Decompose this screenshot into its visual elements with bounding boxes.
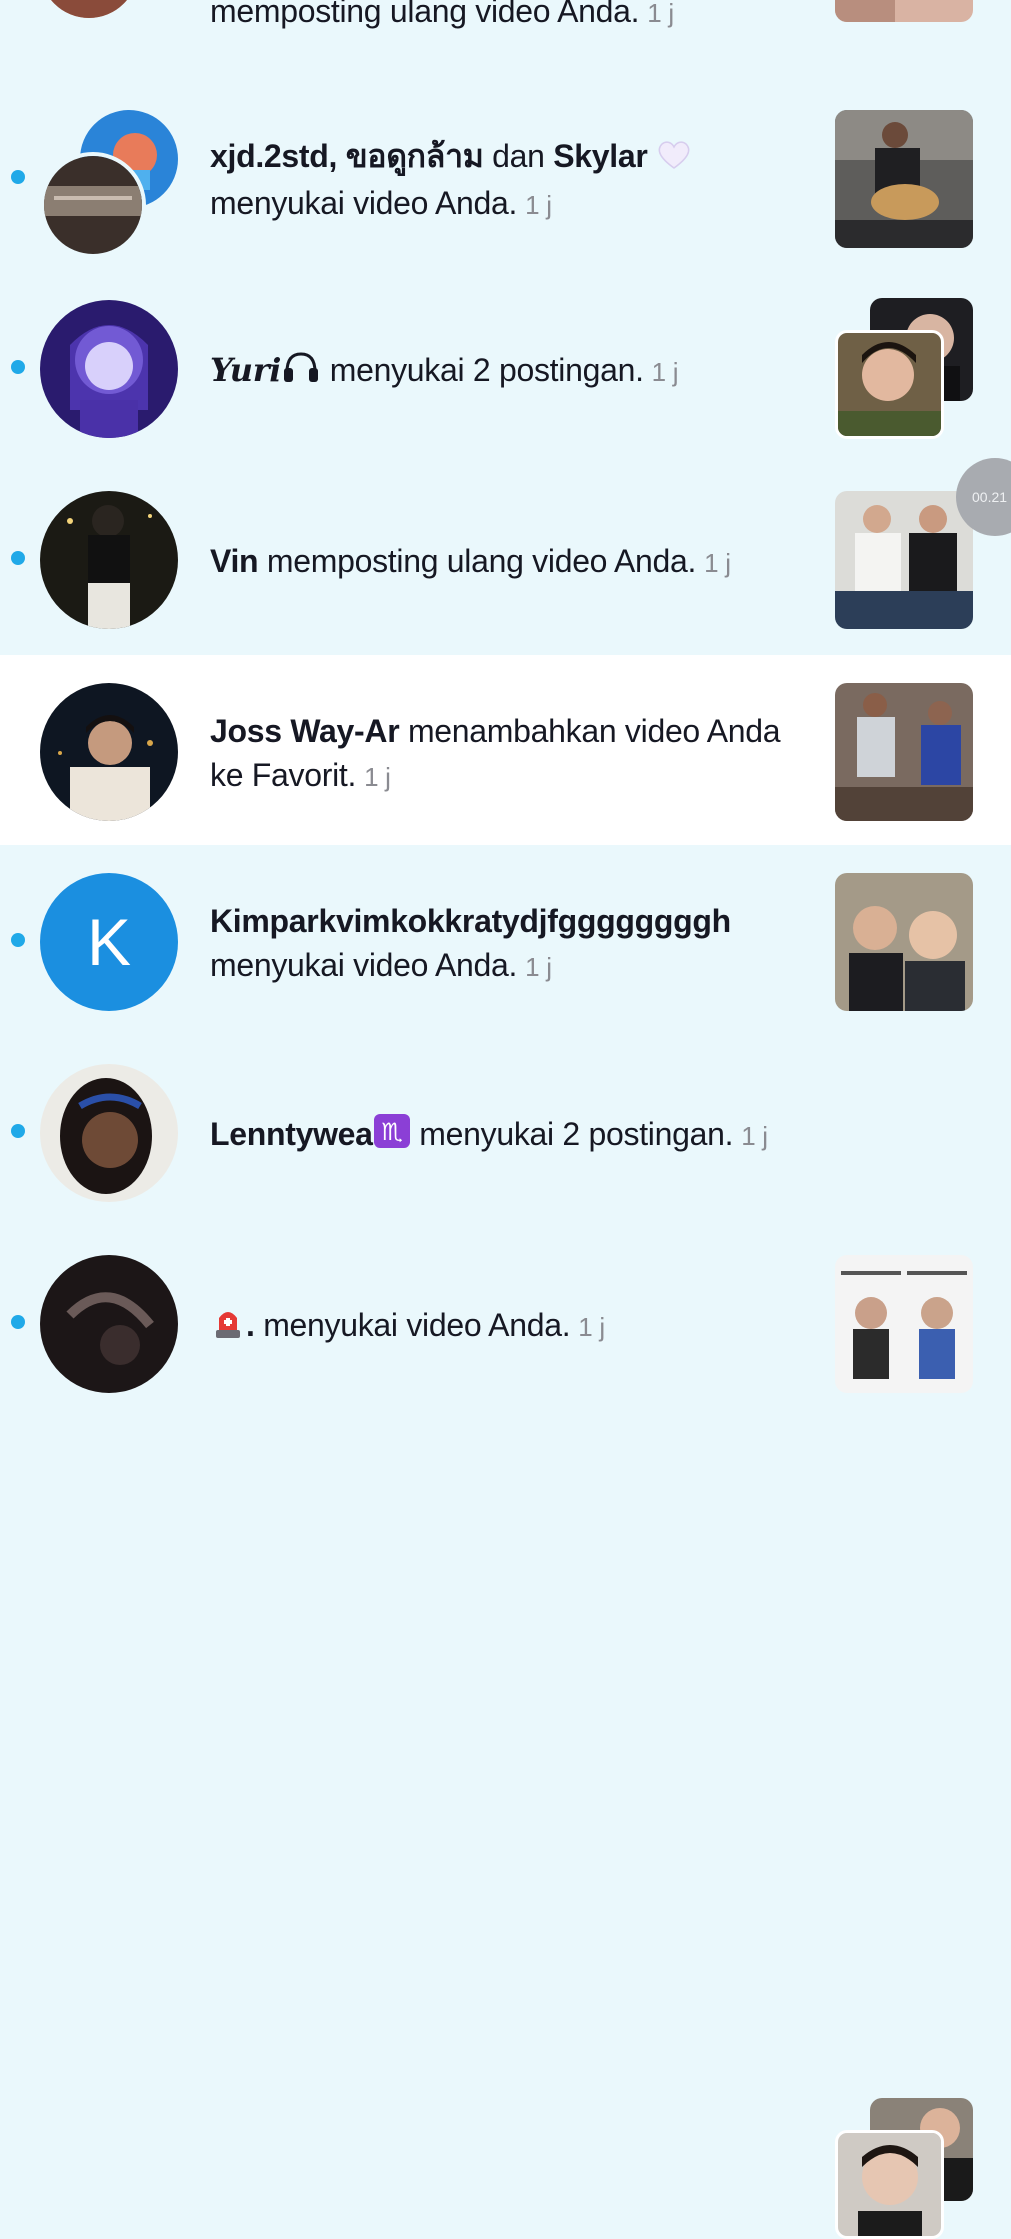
video-thumbnail[interactable] <box>835 1255 973 1393</box>
unread-dot <box>11 1124 25 1138</box>
notification-text: xjd.2std, ขอดูกล้าม dan Skylar menyukai … <box>210 134 800 227</box>
action-text: menyukai 2 postingan. <box>419 1116 734 1152</box>
actor-name[interactable]: Lenntywea <box>210 1116 373 1152</box>
avatar-letter: K <box>86 905 132 979</box>
avatar[interactable] <box>40 683 178 821</box>
action-text: memposting ulang video Anda. <box>210 0 640 29</box>
scorpio-icon: ♏ <box>373 1113 411 1160</box>
action-text: menyukai video Anda. <box>263 1307 571 1343</box>
video-thumbnail[interactable] <box>835 0 973 22</box>
action-text: menyukai 2 postingan. <box>329 352 644 388</box>
video-thumbnail[interactable] <box>835 873 973 1011</box>
actor-name[interactable]: Vin <box>210 543 259 579</box>
video-thumbnail <box>835 330 944 439</box>
action-text: memposting ulang video Anda. <box>266 543 697 579</box>
notification-text: . menyukai video Anda. 1 j <box>210 1303 800 1351</box>
video-thumbnail[interactable] <box>835 683 973 821</box>
time-label: 1 j <box>651 357 679 387</box>
notification-row[interactable]: xjd.2std, ขอดูกล้าม dan Skylar menyukai … <box>0 82 1011 272</box>
notification-row[interactable]: Lenntywea ♏ menyukai 2 postingan. 1 j <box>0 1036 1011 2239</box>
actor-name[interactable]: Yuri <box>210 351 281 389</box>
avatar[interactable] <box>40 1064 178 1202</box>
notification-row[interactable]: Yuri menyukai 2 postingan. 1 j <box>0 272 1011 462</box>
time-label: 1 j <box>741 1121 768 1151</box>
avatar[interactable]: K <box>40 873 178 1011</box>
video-thumbnail[interactable] <box>835 110 973 248</box>
actor-name[interactable]: Skylar <box>553 138 648 174</box>
unread-dot <box>11 170 25 184</box>
notification-row[interactable]: K Kimparkvimkokkratydjfggggggggh menyuka… <box>0 845 1011 1035</box>
avatar[interactable] <box>40 491 178 629</box>
unread-dot <box>11 551 25 565</box>
avatar[interactable] <box>40 300 178 438</box>
heart-icon <box>656 137 692 181</box>
unread-dot <box>11 933 25 947</box>
notification-text: Vin memposting ulang video Anda. 1 j <box>210 539 800 585</box>
notification-row[interactable]: memposting ulang video Anda. 1 j <box>0 0 1011 55</box>
actor-name[interactable]: Joss Way-Ar <box>210 713 400 749</box>
notification-text: Yuri menyukai 2 postingan. 1 j <box>210 348 800 395</box>
actor-name[interactable]: xjd.2std, ขอดูกล้าม <box>210 138 484 174</box>
unread-dot <box>11 1315 25 1329</box>
avatar[interactable] <box>40 0 138 18</box>
notification-row[interactable]: Vin memposting ulang video Anda. 1 j <box>0 463 1011 653</box>
time-label: 1 j <box>525 952 552 982</box>
notification-text: Kimparkvimkokkratydjfggggggggh menyukai … <box>210 899 800 989</box>
video-thumbnail <box>835 2130 944 2239</box>
notification-row[interactable]: Joss Way-Ar menambahkan video Anda ke Fa… <box>0 655 1011 845</box>
time-label: 1 j <box>578 1312 605 1342</box>
time-label: 1 j <box>704 548 731 578</box>
avatar[interactable] <box>40 1255 178 1393</box>
avatar <box>40 152 146 258</box>
time-label: 1 j <box>525 189 552 220</box>
connector-text: dan <box>492 138 545 174</box>
notification-text: memposting ulang video Anda. 1 j <box>210 0 800 35</box>
notification-text: Lenntywea ♏ menyukai 2 postingan. 1 j <box>210 1112 800 1160</box>
svg-text:♏: ♏ <box>381 1118 402 1146</box>
notification-row[interactable]: . menyukai video Anda. 1 j <box>0 1227 1011 1417</box>
actor-name[interactable]: Kimparkvimkokkratydjfggggggggh <box>210 903 731 939</box>
unread-dot <box>11 360 25 374</box>
headphones-icon <box>281 350 321 395</box>
actor-name[interactable]: . <box>246 1307 255 1343</box>
time-label: 1 j <box>364 762 391 792</box>
time-label: 1 j <box>647 0 674 28</box>
siren-icon <box>210 1304 246 1351</box>
action-text: menyukai video Anda. <box>210 947 518 983</box>
action-text: menyukai video Anda. <box>210 184 518 221</box>
video-thumbnail[interactable] <box>835 491 973 629</box>
notification-text: Joss Way-Ar menambahkan video Anda ke Fa… <box>210 709 800 799</box>
timer-label: 00.21 <box>972 489 1008 505</box>
